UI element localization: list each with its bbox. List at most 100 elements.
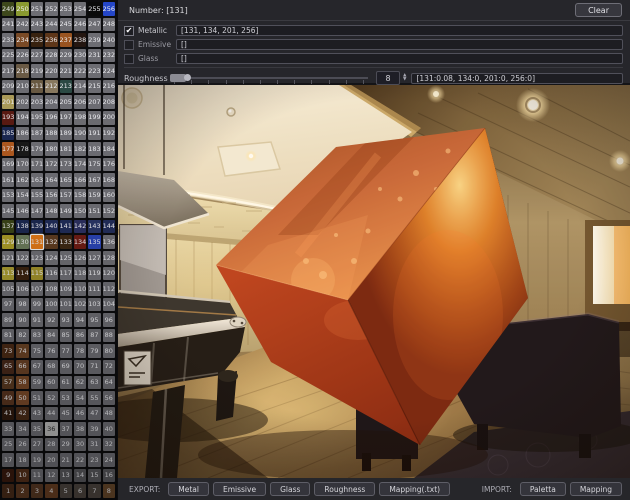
palette-cell-101[interactable]: 101 xyxy=(59,297,72,312)
palette-cell-116[interactable]: 116 xyxy=(45,266,58,281)
palette-cell-84[interactable]: 84 xyxy=(45,328,58,343)
palette-cell-33[interactable]: 33 xyxy=(2,422,15,436)
palette-cell-41[interactable]: 41 xyxy=(2,406,15,421)
palette-cell-217[interactable]: 217 xyxy=(2,64,15,78)
palette-cell-223[interactable]: 223 xyxy=(88,64,101,78)
palette-cell-247[interactable]: 247 xyxy=(88,17,101,32)
palette-cell-199[interactable]: 199 xyxy=(88,110,101,125)
palette-cell-61[interactable]: 61 xyxy=(59,375,72,390)
roughness-spinbox[interactable]: 8 xyxy=(376,71,400,85)
palette-cell-256[interactable]: 256 xyxy=(102,2,115,16)
palette-cell-222[interactable]: 222 xyxy=(73,64,87,78)
palette-cell-125[interactable]: 125 xyxy=(59,251,72,265)
palette-cell-157[interactable]: 157 xyxy=(59,188,72,203)
palette-cell-27[interactable]: 27 xyxy=(30,437,44,452)
palette-cell-105[interactable]: 105 xyxy=(2,282,15,296)
palette-cell-20[interactable]: 20 xyxy=(45,453,58,467)
palette-cell-36[interactable]: 36 xyxy=(45,422,58,436)
palette-cell-111[interactable]: 111 xyxy=(88,282,101,296)
palette-cell-42[interactable]: 42 xyxy=(16,406,29,421)
palette-cell-232[interactable]: 232 xyxy=(102,48,115,63)
palette-cell-180[interactable]: 180 xyxy=(45,142,58,156)
palette-cell-181[interactable]: 181 xyxy=(59,142,72,156)
palette-cell-197[interactable]: 197 xyxy=(59,110,72,125)
palette-cell-160[interactable]: 160 xyxy=(102,188,115,203)
palette-cell-236[interactable]: 236 xyxy=(45,33,58,47)
palette-cell-104[interactable]: 104 xyxy=(102,297,115,312)
palette-cell-97[interactable]: 97 xyxy=(2,297,15,312)
palette-cell-235[interactable]: 235 xyxy=(30,33,44,47)
metallic-checkbox[interactable]: ✔ xyxy=(124,25,134,36)
palette-cell-96[interactable]: 96 xyxy=(102,313,115,327)
palette-cell-244[interactable]: 244 xyxy=(45,17,58,32)
palette-cell-35[interactable]: 35 xyxy=(30,422,44,436)
palette-cell-13[interactable]: 13 xyxy=(59,468,72,483)
palette-cell-45[interactable]: 45 xyxy=(59,406,72,421)
palette-cell-53[interactable]: 53 xyxy=(59,391,72,405)
palette-cell-91[interactable]: 91 xyxy=(30,313,44,327)
palette-cell-215[interactable]: 215 xyxy=(88,79,101,94)
glass-checkbox[interactable] xyxy=(124,53,134,64)
palette-cell-136[interactable]: 136 xyxy=(102,235,115,249)
palette-cell-86[interactable]: 86 xyxy=(73,328,87,343)
palette-cell-107[interactable]: 107 xyxy=(30,282,44,296)
palette-cell-74[interactable]: 74 xyxy=(16,344,29,358)
palette-cell-127[interactable]: 127 xyxy=(88,251,101,265)
palette-cell-103[interactable]: 103 xyxy=(88,297,101,312)
palette-cell-95[interactable]: 95 xyxy=(88,313,101,327)
palette-cell-196[interactable]: 196 xyxy=(45,110,58,125)
palette-cell-14[interactable]: 14 xyxy=(73,468,87,483)
palette-cell-19[interactable]: 19 xyxy=(30,453,44,467)
palette-cell-102[interactable]: 102 xyxy=(73,297,87,312)
palette-cell-65[interactable]: 65 xyxy=(2,359,15,374)
palette-cell-2[interactable]: 2 xyxy=(16,484,29,498)
palette-cell-255[interactable]: 255 xyxy=(88,2,101,16)
palette-cell-9[interactable]: 9 xyxy=(2,468,15,483)
palette-cell-243[interactable]: 243 xyxy=(30,17,44,32)
palette-cell-93[interactable]: 93 xyxy=(59,313,72,327)
palette-cell-248[interactable]: 248 xyxy=(102,17,115,32)
palette-cell-194[interactable]: 194 xyxy=(16,110,29,125)
palette-cell-252[interactable]: 252 xyxy=(45,2,58,16)
palette-cell-170[interactable]: 170 xyxy=(16,157,29,172)
roughness-slider[interactable] xyxy=(170,71,368,85)
palette-cell-128[interactable]: 128 xyxy=(102,251,115,265)
palette-cell-71[interactable]: 71 xyxy=(88,359,101,374)
palette-cell-117[interactable]: 117 xyxy=(59,266,72,281)
palette-cell-161[interactable]: 161 xyxy=(2,173,15,187)
palette-cell-131[interactable]: 131 xyxy=(30,235,44,249)
palette-cell-48[interactable]: 48 xyxy=(102,406,115,421)
palette-cell-139[interactable]: 139 xyxy=(30,219,44,234)
palette-cell-198[interactable]: 198 xyxy=(73,110,87,125)
emissive-value-input[interactable] xyxy=(176,39,623,50)
emissive-checkbox[interactable] xyxy=(124,39,134,50)
palette-cell-3[interactable]: 3 xyxy=(30,484,44,498)
palette-cell-58[interactable]: 58 xyxy=(16,375,29,390)
palette-cell-32[interactable]: 32 xyxy=(102,437,115,452)
palette-cell-188[interactable]: 188 xyxy=(45,126,58,141)
palette-cell-177[interactable]: 177 xyxy=(2,142,15,156)
palette-cell-99[interactable]: 99 xyxy=(30,297,44,312)
palette-cell-220[interactable]: 220 xyxy=(45,64,58,78)
palette-cell-239[interactable]: 239 xyxy=(88,33,101,47)
palette-cell-110[interactable]: 110 xyxy=(73,282,87,296)
palette-cell-132[interactable]: 132 xyxy=(45,235,58,249)
palette-cell-171[interactable]: 171 xyxy=(30,157,44,172)
palette-cell-156[interactable]: 156 xyxy=(45,188,58,203)
palette-cell-249[interactable]: 249 xyxy=(2,2,15,16)
palette-cell-83[interactable]: 83 xyxy=(30,328,44,343)
palette-cell-158[interactable]: 158 xyxy=(73,188,87,203)
palette-cell-121[interactable]: 121 xyxy=(2,251,15,265)
palette-cell-37[interactable]: 37 xyxy=(59,422,72,436)
palette-cell-175[interactable]: 175 xyxy=(88,157,101,172)
palette-cell-231[interactable]: 231 xyxy=(88,48,101,63)
palette-cell-225[interactable]: 225 xyxy=(2,48,15,63)
palette-cell-76[interactable]: 76 xyxy=(45,344,58,358)
palette-cell-1[interactable]: 1 xyxy=(2,484,15,498)
palette-cell-22[interactable]: 22 xyxy=(73,453,87,467)
palette-cell-138[interactable]: 138 xyxy=(16,219,29,234)
palette-cell-174[interactable]: 174 xyxy=(73,157,87,172)
palette-cell-69[interactable]: 69 xyxy=(59,359,72,374)
palette-cell-17[interactable]: 17 xyxy=(2,453,15,467)
palette-cell-81[interactable]: 81 xyxy=(2,328,15,343)
